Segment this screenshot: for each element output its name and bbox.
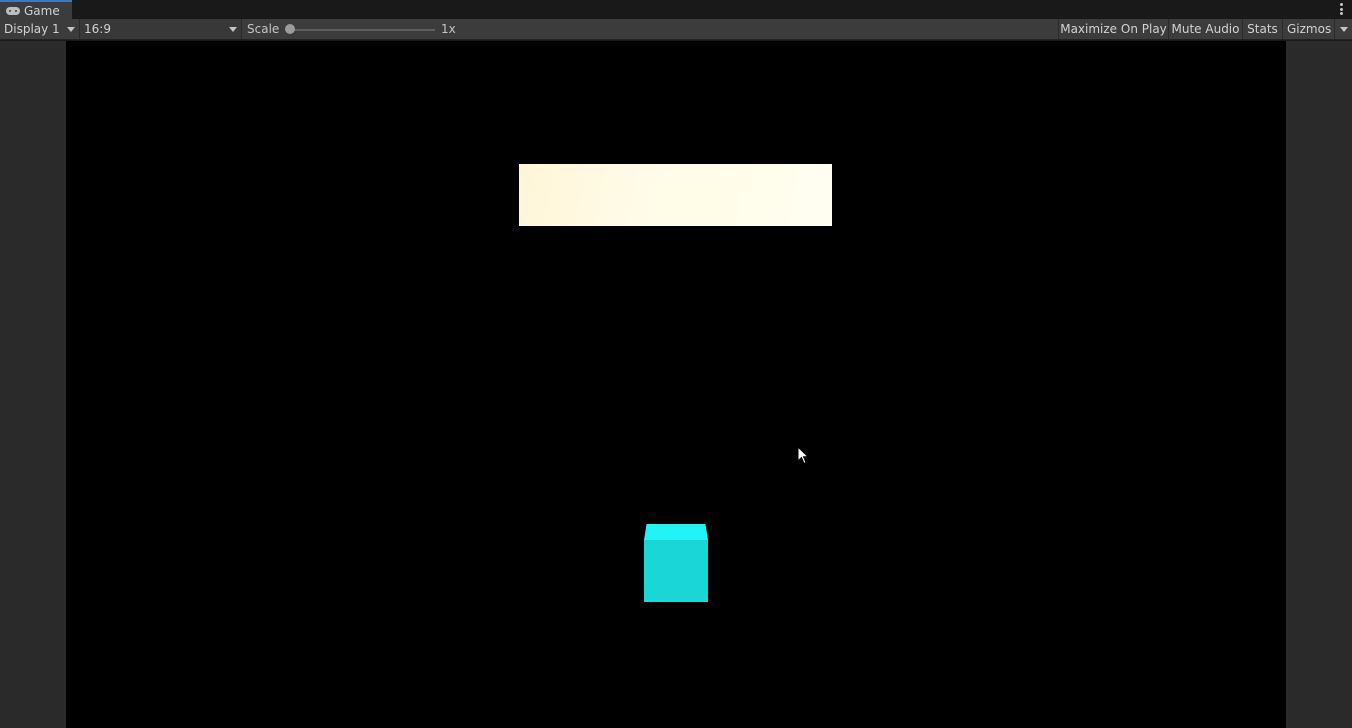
paddle-cube	[644, 524, 708, 602]
paddle-top-face	[644, 524, 708, 540]
scale-value: 1x	[441, 22, 456, 36]
chevron-down-icon	[67, 27, 75, 32]
gamepad-icon	[6, 6, 20, 15]
tab-bar: Game	[0, 0, 1352, 19]
aspect-ratio-value: 16:9	[84, 22, 111, 36]
display-dropdown-value: Display 1	[4, 22, 60, 36]
mute-audio-label: Mute Audio	[1171, 22, 1240, 36]
gizmos-dropdown-button[interactable]	[1334, 19, 1352, 39]
chevron-down-icon	[229, 27, 237, 32]
stats-button[interactable]: Stats	[1242, 19, 1282, 39]
game-toolbar: Display 1 16:9 Scale 1x Maximize On Play…	[0, 19, 1352, 40]
tab-game-label: Game	[24, 3, 60, 18]
maximize-on-play-button[interactable]: Maximize On Play	[1058, 19, 1168, 39]
gizmos-button[interactable]: Gizmos	[1282, 19, 1334, 39]
game-view[interactable]	[66, 41, 1286, 728]
scale-slider-track[interactable]	[289, 29, 435, 31]
mute-audio-button[interactable]: Mute Audio	[1168, 19, 1242, 39]
chevron-down-icon	[1339, 26, 1348, 32]
display-dropdown[interactable]: Display 1	[0, 19, 80, 39]
mouse-cursor-icon	[797, 446, 809, 465]
scale-label: Scale	[247, 22, 280, 36]
maximize-on-play-label: Maximize On Play	[1060, 22, 1167, 36]
gizmos-label: Gizmos	[1287, 22, 1332, 36]
aspect-ratio-dropdown[interactable]: 16:9	[80, 19, 242, 39]
paddle-front-face	[644, 540, 708, 602]
tab-game[interactable]: Game	[0, 0, 72, 19]
more-options-icon[interactable]	[1340, 3, 1343, 15]
brick	[519, 164, 832, 226]
stats-label: Stats	[1247, 22, 1278, 36]
scale-slider-thumb[interactable]	[285, 24, 295, 34]
